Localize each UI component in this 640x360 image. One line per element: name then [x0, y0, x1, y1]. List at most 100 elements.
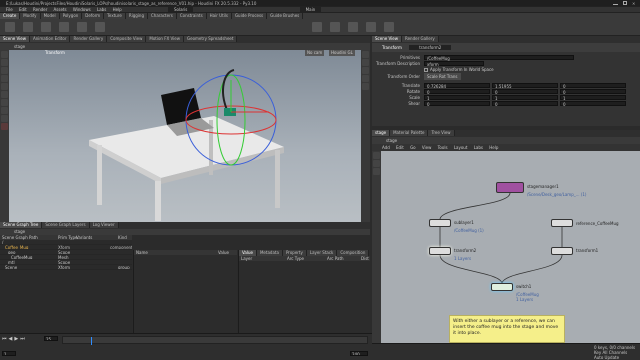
menu-help[interactable]: Help	[113, 7, 122, 12]
node-sublayer1[interactable]	[429, 219, 451, 227]
shelf-tab[interactable]: Create	[0, 13, 21, 19]
shelf-tab[interactable]: Deform	[82, 13, 105, 19]
tab-tree-view[interactable]: Tree View	[428, 130, 455, 136]
net-tool-icon[interactable]	[373, 152, 380, 159]
tool-icon[interactable]	[59, 22, 69, 32]
tab-parameters[interactable]: Scene View	[372, 36, 402, 42]
shelf-tab[interactable]: Guide Process	[231, 13, 268, 19]
scale-x[interactable]: 1	[424, 95, 490, 101]
column-header[interactable]: Value	[218, 250, 229, 255]
tab-material-palette[interactable]: Material Palette	[390, 130, 429, 136]
rotate-z[interactable]: 0	[560, 89, 626, 95]
shear-x[interactable]: 0	[424, 101, 490, 107]
shelf-tab[interactable]: Rigging	[125, 13, 148, 19]
desktop-select[interactable]: Solaris	[168, 7, 194, 12]
timeline-track[interactable]	[62, 336, 368, 345]
viewport-path[interactable]: stage	[14, 44, 25, 49]
shear-y[interactable]: 0	[492, 101, 558, 107]
handle-tool-icon[interactable]	[1, 83, 8, 90]
auto-update-menu[interactable]: Auto Update	[594, 355, 619, 360]
play-icon[interactable]: ▶	[14, 336, 18, 342]
jump-start-icon[interactable]: ⏮	[2, 336, 7, 342]
tool-icon[interactable]	[95, 22, 105, 32]
menu-windows[interactable]: Windows	[73, 7, 91, 12]
tool-icon[interactable]	[77, 22, 87, 32]
pose-tool-icon[interactable]	[1, 91, 8, 98]
tab-geometry-spreadsheet[interactable]: Geometry Spreadsheet	[184, 36, 238, 42]
close-icon[interactable]: ✕	[632, 1, 637, 6]
net-menu-labs[interactable]: Labs	[474, 145, 483, 150]
select-tool-icon[interactable]	[1, 51, 8, 58]
description-field[interactable]: xform	[424, 61, 484, 67]
tab-scene-graph-tree[interactable]: Scene Graph Tree	[0, 222, 43, 228]
translate-y[interactable]: 1.51955	[492, 83, 558, 89]
node-transform2[interactable]	[429, 247, 451, 255]
net-menu-help[interactable]: Help	[489, 145, 498, 150]
column-header[interactable]: Arc Type	[287, 256, 304, 261]
network-type[interactable]: Main	[299, 7, 322, 12]
current-frame-field[interactable]: 25	[44, 336, 58, 341]
tool-icon[interactable]	[312, 22, 322, 32]
tab-network[interactable]: stage	[372, 130, 391, 136]
rotate-tool-icon[interactable]	[1, 67, 8, 74]
net-tool-icon[interactable]	[373, 160, 380, 167]
playhead[interactable]	[91, 337, 92, 345]
tool-icon[interactable]	[41, 22, 51, 32]
menu-render[interactable]: Render	[33, 7, 47, 12]
minimize-icon[interactable]	[613, 4, 618, 5]
tool-icon[interactable]	[366, 22, 376, 32]
menu-assets[interactable]: Assets	[54, 7, 67, 12]
node-reference-coffeemug[interactable]	[551, 219, 573, 227]
display-option-icon[interactable]	[362, 83, 369, 90]
tab-composite-view[interactable]: Composite View	[107, 36, 147, 42]
tool-icon[interactable]	[348, 22, 358, 32]
tab-render-gallery[interactable]: Render Gallery	[70, 36, 108, 42]
net-menu-edit[interactable]: Edit	[396, 145, 404, 150]
translate-z[interactable]: 0	[560, 83, 626, 89]
net-menu-add[interactable]: Add	[382, 145, 390, 150]
primitives-field[interactable]: /CoffeeMug	[424, 55, 574, 61]
network-canvas[interactable]: stagemanager1 /Scene/Desk_geo/Lamp_... (…	[381, 151, 640, 343]
tab-render-gallery[interactable]: Render Gallery	[401, 36, 439, 42]
shelf-tab[interactable]: Constraints	[176, 13, 207, 19]
scale-y[interactable]: 1	[492, 95, 558, 101]
brush-tool-icon[interactable]	[1, 99, 8, 106]
step-back-icon[interactable]: ◀	[9, 336, 13, 342]
world-space-checkbox[interactable]	[424, 68, 428, 72]
node-switch1[interactable]	[491, 283, 513, 291]
tab-motion-fx[interactable]: Motion FX View	[146, 36, 185, 42]
menu-labs[interactable]: Labs	[97, 7, 106, 12]
display-option-icon[interactable]	[362, 75, 369, 82]
shelf-tab[interactable]: Characters	[147, 13, 177, 19]
translate-x[interactable]: 0.726284	[424, 83, 490, 89]
transform-order-menu[interactable]: Scale Rot Trans	[424, 73, 461, 80]
display-option-icon[interactable]	[362, 59, 369, 66]
end-frame-field[interactable]: 240	[350, 351, 368, 356]
tool-icon[interactable]	[384, 22, 394, 32]
net-menu-go[interactable]: Go	[410, 145, 416, 150]
net-menu-tools[interactable]: Tools	[438, 145, 448, 150]
scale-z[interactable]: 1	[560, 95, 626, 101]
net-tool-icon[interactable]	[373, 168, 380, 175]
node-name-field[interactable]: transform2	[409, 45, 452, 50]
shear-z[interactable]: 0	[560, 101, 626, 107]
column-header[interactable]: Dist	[361, 256, 369, 261]
scene-graph-path[interactable]: stage	[14, 229, 25, 234]
column-header[interactable]: Arc Path	[327, 256, 344, 261]
display-option-icon[interactable]	[362, 51, 369, 58]
jump-end-icon[interactable]: ⏭	[20, 336, 25, 342]
start-frame-field[interactable]: 1	[2, 351, 16, 356]
display-option-icon[interactable]	[362, 67, 369, 74]
column-header[interactable]: Name	[136, 250, 148, 255]
snap-tool-icon[interactable]	[1, 115, 8, 122]
rotate-y[interactable]: 0	[492, 89, 558, 95]
shelf-tab[interactable]: Guide Brushes	[267, 13, 304, 19]
shelf-tab[interactable]: Model	[40, 13, 60, 19]
net-menu-layout[interactable]: Layout	[454, 145, 468, 150]
tree-row[interactable]: Scene Xform group	[0, 265, 132, 270]
shelf-tab[interactable]: Texture	[104, 13, 126, 19]
tab-log-viewer[interactable]: Log Viewer	[89, 222, 119, 228]
tool-icon[interactable]	[5, 22, 15, 32]
net-menu-view[interactable]: View	[422, 145, 432, 150]
sticky-note[interactable]: With either a sublayer or a reference, w…	[449, 315, 565, 343]
